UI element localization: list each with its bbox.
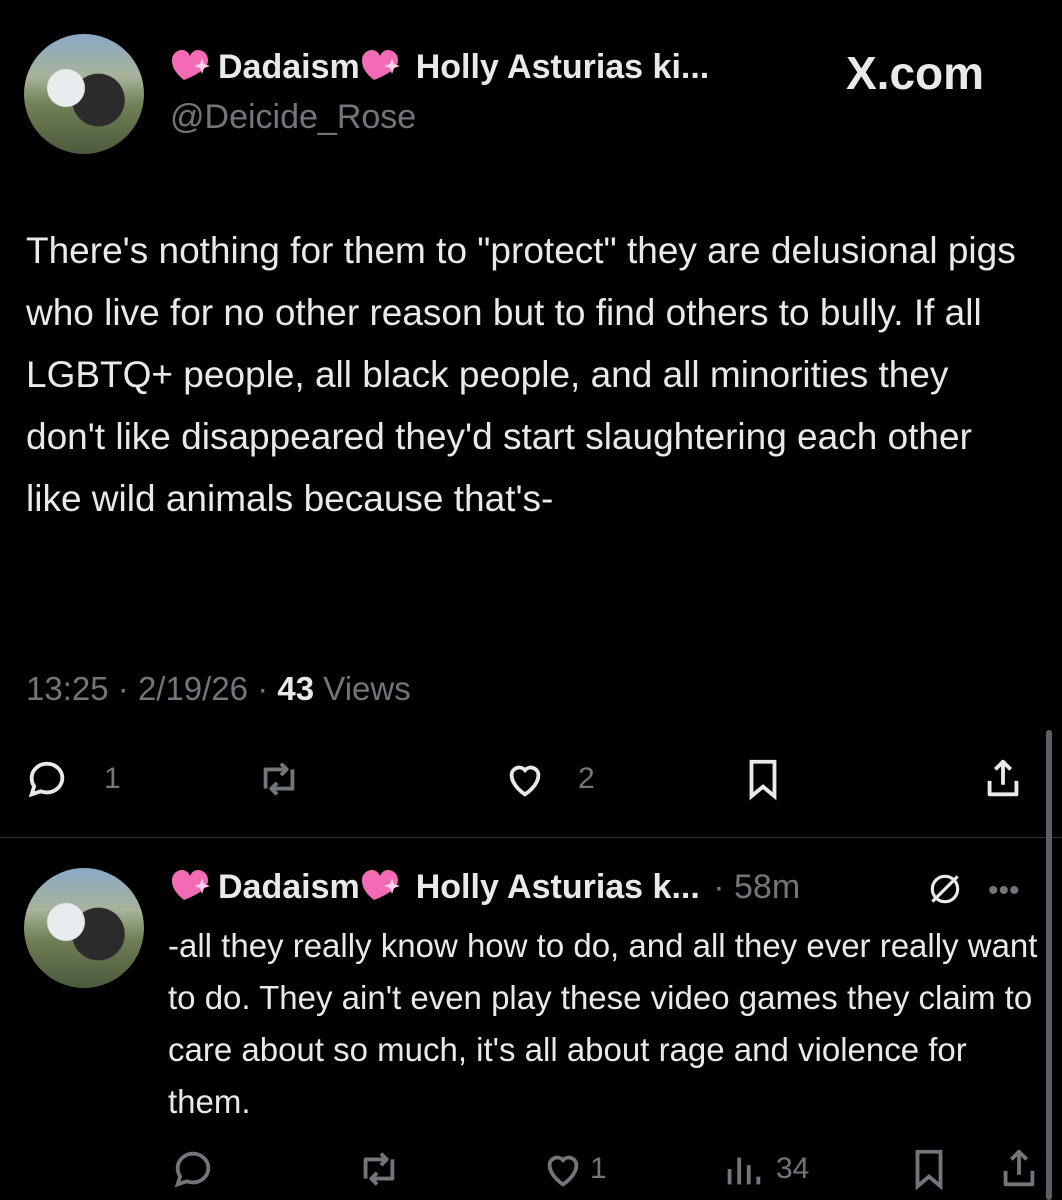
reply-like-count: 1 xyxy=(590,1152,607,1185)
like-button[interactable] xyxy=(502,756,548,807)
sparkling-heart-icon xyxy=(360,48,408,82)
retweet-button[interactable] xyxy=(256,756,302,807)
more-options-icon[interactable]: ••• xyxy=(988,874,1020,908)
share-icon xyxy=(1003,1149,1035,1187)
tweet-meta: 13:25 · 2/19/26 · 43 Views xyxy=(26,670,411,707)
views-label: Views xyxy=(323,670,411,707)
reply-reply-button[interactable] xyxy=(170,1146,216,1197)
site-logo-label: X.com xyxy=(846,47,985,99)
reply-retweet-button[interactable] xyxy=(356,1146,402,1197)
views-icon xyxy=(727,1157,761,1185)
reply-share-button[interactable] xyxy=(996,1146,1042,1197)
reply-author-row[interactable]: Dadaism Holly Asturias k... · 58m xyxy=(170,868,800,907)
display-name-right: Holly Asturias ki... xyxy=(415,48,710,86)
share-button[interactable] xyxy=(980,756,1026,807)
avatar[interactable] xyxy=(24,34,144,154)
reply-button[interactable] xyxy=(24,756,70,807)
heart-icon xyxy=(547,1155,579,1187)
reply-like-button[interactable] xyxy=(540,1146,586,1197)
retweet-icon xyxy=(263,762,295,796)
divider xyxy=(0,837,1062,838)
tweet-date[interactable]: 2/19/26 xyxy=(138,670,248,707)
grok-icon[interactable] xyxy=(926,870,964,908)
bookmark-button[interactable] xyxy=(740,756,786,807)
reply-icon xyxy=(174,1151,211,1188)
author-handle[interactable]: @Deicide_Rose xyxy=(170,98,416,137)
author-name-row[interactable]: Dadaism Holly Asturias ki... xyxy=(170,48,709,87)
share-icon xyxy=(987,759,1019,797)
tweet-time[interactable]: 13:25 xyxy=(26,670,109,707)
reply-time-ago[interactable]: 58m xyxy=(734,868,800,906)
reply-avatar[interactable] xyxy=(24,868,144,988)
views-count: 43 xyxy=(277,670,315,707)
sparkling-heart-icon xyxy=(170,48,218,82)
retweet-icon xyxy=(363,1152,395,1186)
reply-count: 1 xyxy=(104,762,121,795)
bookmark-icon xyxy=(749,759,777,801)
heart-icon xyxy=(509,765,541,797)
sparkling-heart-icon xyxy=(170,868,218,902)
sparkling-heart-icon xyxy=(360,868,408,902)
reply-text: -all they really know how to do, and all… xyxy=(168,927,1038,1120)
scrollbar[interactable] xyxy=(1046,730,1052,1200)
reply-views-button[interactable] xyxy=(720,1146,766,1197)
bookmark-icon xyxy=(915,1149,943,1191)
tweet-text: There's nothing for them to "protect" th… xyxy=(26,230,1016,519)
reply-bookmark-button[interactable] xyxy=(906,1146,952,1197)
like-count: 2 xyxy=(578,762,595,795)
display-name-left: Dadaism xyxy=(218,48,360,86)
reply-display-name-right: Holly Asturias k... xyxy=(415,868,700,906)
reply-display-name-left: Dadaism xyxy=(218,868,360,906)
reply-icon xyxy=(28,761,65,798)
reply-views-count: 34 xyxy=(776,1152,810,1185)
